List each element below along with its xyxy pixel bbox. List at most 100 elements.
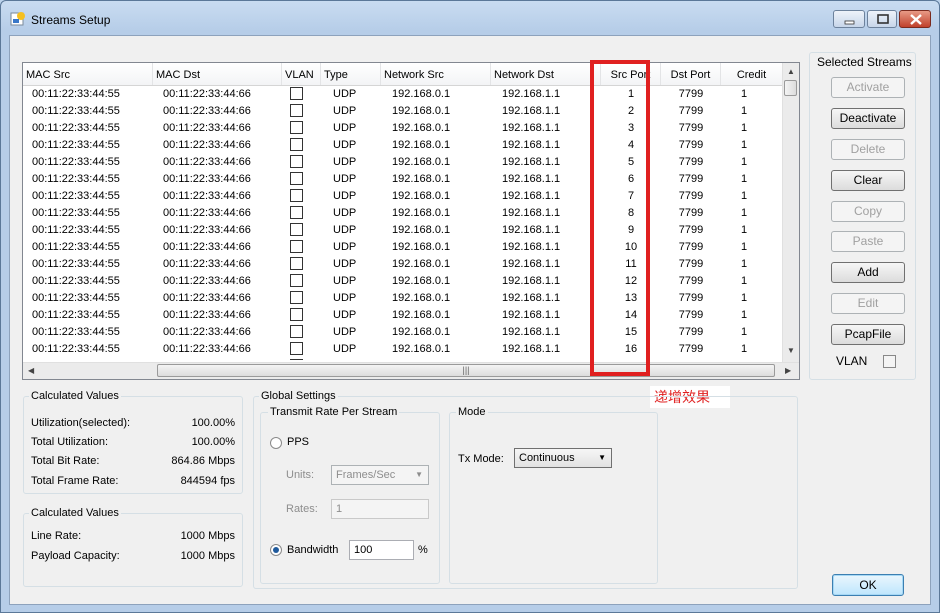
column-header[interactable]: Dst Port <box>661 63 721 85</box>
vlan-row-checkbox[interactable] <box>290 121 303 134</box>
table-cell: 00:11:22:33:44:55 <box>32 88 120 100</box>
column-header[interactable]: Network Src <box>381 63 491 85</box>
table-row[interactable]: 00:11:22:33:44:55 00:11:22:33:44:66 UDP 192… <box>23 171 783 188</box>
column-header[interactable]: Network Dst <box>491 63 601 85</box>
vlan-row-checkbox[interactable] <box>290 308 303 321</box>
column-header[interactable]: MAC Src <box>23 63 153 85</box>
table-cell: UDP <box>333 105 357 117</box>
vlan-row-checkbox[interactable] <box>290 206 303 219</box>
table-cell: 7799 <box>678 326 704 338</box>
edit-button[interactable]: Edit <box>831 293 905 314</box>
table-cell: 7799 <box>678 139 704 151</box>
vlan-row-checkbox[interactable] <box>290 138 303 151</box>
deactivate-button[interactable]: Deactivate <box>831 108 905 129</box>
tx-mode-select[interactable]: Continuous ▼ <box>514 448 612 468</box>
table-row[interactable]: 00:11:22:33:44:55 00:11:22:33:44:66 UDP 192… <box>23 120 783 137</box>
total-bit-rate-value: 864.86 Mbps <box>171 455 235 467</box>
table-cell: 00:11:22:33:44:55 <box>32 292 120 304</box>
ok-button[interactable]: OK <box>832 574 904 596</box>
delete-button[interactable]: Delete <box>831 139 905 160</box>
window-frame: Streams Setup MAC Src MAC Dst VLAN Type Netw… <box>0 0 940 613</box>
vlan-row-checkbox[interactable] <box>290 104 303 117</box>
table-row[interactable]: 00:11:22:33:44:55 00:11:22:33:44:66 UDP 192… <box>23 324 783 341</box>
table-row[interactable]: 00:11:22:33:44:55 00:11:22:33:44:66 UDP 192… <box>23 341 783 358</box>
vlan-row-checkbox[interactable] <box>290 240 303 253</box>
table-row[interactable]: 00:11:22:33:44:55 00:11:22:33:44:66 UDP 192… <box>23 188 783 205</box>
vlan-row-checkbox[interactable] <box>290 223 303 236</box>
table-row[interactable]: 00:11:22:33:44:55 00:11:22:33:44:66 UDP 192… <box>23 86 783 103</box>
table-cell: 2 <box>627 105 635 117</box>
vlan-row-checkbox[interactable] <box>290 257 303 270</box>
mode-group <box>449 412 658 584</box>
table-cell: 14 <box>624 309 638 321</box>
vlan-row-checkbox[interactable] <box>290 155 303 168</box>
title-bar[interactable]: Streams Setup <box>1 1 939 35</box>
pps-label: PPS <box>287 436 310 448</box>
paste-button[interactable]: Paste <box>831 231 905 252</box>
activate-button[interactable]: Activate <box>831 77 905 98</box>
table-row[interactable]: 00:11:22:33:44:55 00:11:22:33:44:66 UDP 192… <box>23 273 783 290</box>
scroll-up-icon[interactable]: ▲ <box>787 67 795 76</box>
rates-input[interactable]: 1 <box>331 499 429 519</box>
rates-label: Rates: <box>286 503 318 515</box>
vertical-scrollbar[interactable]: ▲ ▼ <box>782 63 799 362</box>
table-cell: 00:11:22:33:44:66 <box>163 207 251 219</box>
table-cell: UDP <box>333 241 357 253</box>
vlan-row-checkbox[interactable] <box>290 359 303 360</box>
vlan-row-checkbox[interactable] <box>290 342 303 355</box>
scroll-down-icon[interactable]: ▼ <box>787 346 795 355</box>
vlan-checkbox[interactable] <box>883 355 896 368</box>
table-cell: 00:11:22:33:44:66 <box>163 156 251 168</box>
column-header[interactable]: VLAN <box>282 63 321 85</box>
vlan-row-checkbox[interactable] <box>290 189 303 202</box>
table-cell: 192.168.1.1 <box>502 292 561 304</box>
pps-radio[interactable] <box>270 437 282 449</box>
table-row[interactable]: 00:11:22:33:44:55 00:11:22:33:44:66 UDP 192… <box>23 290 783 307</box>
maximize-button[interactable] <box>867 10 897 28</box>
table-cell: 192.168.1.1 <box>502 88 561 100</box>
table-cell: 192.168.0.1 <box>392 207 451 219</box>
table-cell: 192.168.0.1 <box>392 139 451 151</box>
column-header[interactable]: MAC Dst <box>153 63 282 85</box>
vlan-row-checkbox[interactable] <box>290 87 303 100</box>
table-row[interactable]: 00:11:22:33:44:55 00:11:22:33:44:66 UDP 192… <box>23 222 783 239</box>
copy-button[interactable]: Copy <box>831 201 905 222</box>
table-row[interactable]: 00:11:22:33:44:55 00:11:22:33:44:66 UDP 192… <box>23 239 783 256</box>
horizontal-scrollbar[interactable]: ◀ ||| ▶ <box>23 362 799 379</box>
clear-button[interactable]: Clear <box>831 170 905 191</box>
bandwidth-input[interactable]: 100 <box>349 540 414 560</box>
table-row[interactable]: 00:11:22:33:44:55 00:11:22:33:44:66 UDP 192… <box>23 205 783 222</box>
streams-table[interactable]: MAC Src MAC Dst VLAN Type Network Src Network… <box>22 62 800 380</box>
scroll-left-icon[interactable]: ◀ <box>28 366 34 375</box>
add-button[interactable]: Add <box>831 262 905 283</box>
chevron-down-icon: ▼ <box>415 470 423 479</box>
table-cell: 192.168.1.1 <box>502 241 561 253</box>
vlan-row-checkbox[interactable] <box>290 291 303 304</box>
table-row[interactable]: 00:11:22:33:44:55 00:11:22:33:44:66 UDP 192… <box>23 307 783 324</box>
minimize-button[interactable] <box>833 10 865 28</box>
table-cell: 15 <box>624 326 638 338</box>
table-row[interactable]: 00:11:22:33:44:55 00:11:22:33:44:66 UDP 192… <box>23 256 783 273</box>
pcapfile-button[interactable]: PcapFile <box>831 324 905 345</box>
vlan-row-checkbox[interactable] <box>290 325 303 338</box>
column-header[interactable]: Src Port <box>601 63 661 85</box>
table-cell: 8 <box>627 207 635 219</box>
column-header[interactable]: Type <box>321 63 381 85</box>
table-row[interactable]: 00:11:22:33:44:55 00:11:22:33:44:66 UDP 192… <box>23 154 783 171</box>
table-cell: 1 <box>740 105 748 117</box>
vlan-row-checkbox[interactable] <box>290 172 303 185</box>
horizontal-scroll-thumb[interactable]: ||| <box>157 364 775 377</box>
table-cell: 7799 <box>678 122 704 134</box>
column-header[interactable]: Credit <box>721 63 783 85</box>
units-select[interactable]: Frames/Sec ▼ <box>331 465 429 485</box>
table-row[interactable]: 00:11:22:33:44:55 00:11:22:33:44:66 UDP 192… <box>23 103 783 120</box>
close-button[interactable] <box>899 10 931 28</box>
table-cell: 192.168.0.1 <box>392 309 451 321</box>
dialog-client: MAC Src MAC Dst VLAN Type Network Src Network… <box>9 35 931 605</box>
vlan-row-checkbox[interactable] <box>290 274 303 287</box>
scroll-right-icon[interactable]: ▶ <box>785 366 791 375</box>
table-row[interactable]: 00:11:22:33:44:55 00:11:22:33:44:66 UDP 192… <box>23 137 783 154</box>
bandwidth-radio[interactable] <box>270 544 282 556</box>
table-body[interactable]: 00:11:22:33:44:55 00:11:22:33:44:66 UDP 192… <box>23 86 783 360</box>
vertical-scroll-thumb[interactable] <box>784 80 797 96</box>
